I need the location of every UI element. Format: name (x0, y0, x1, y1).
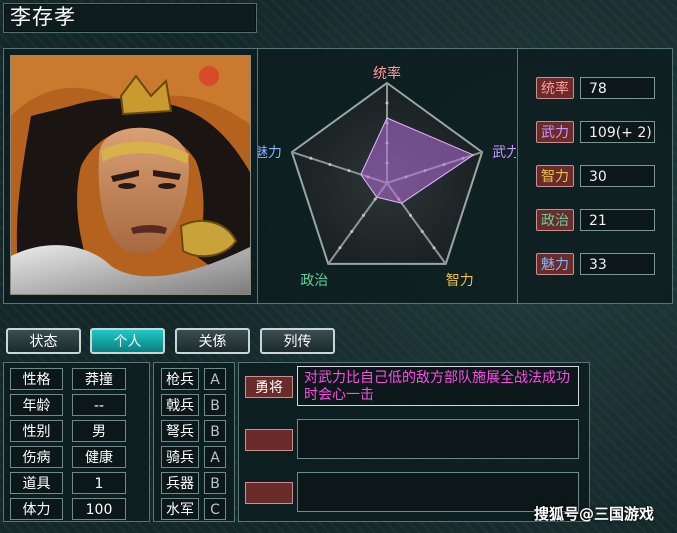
info-label: 性格 (10, 368, 63, 390)
radar-axis-label: 智力 (446, 273, 474, 289)
tab-biography[interactable]: 列传 (260, 328, 335, 354)
skill-description: 对武力比自己低的敌方部队施展全战法成功时会心一击 (297, 366, 579, 406)
radar-axis-label: 政治 (300, 273, 328, 289)
stat-label: 政治 (536, 209, 574, 231)
stat-label: 魅力 (536, 253, 574, 275)
radar-tick (347, 169, 351, 173)
radar-tick (350, 230, 354, 234)
stat-value: 109(+ 2) (580, 121, 655, 143)
skill-tag-empty[interactable] (245, 482, 293, 504)
tab-personal[interactable]: 个人 (90, 328, 165, 354)
aptitude-grade: A (204, 368, 226, 390)
info-label: 性别 (10, 420, 63, 442)
radar-tick (361, 213, 365, 217)
stat-value: 21 (580, 209, 655, 231)
skill-tag[interactable]: 勇将 (245, 376, 293, 398)
portrait-illustration (11, 56, 250, 294)
stat-label: 统率 (536, 77, 574, 99)
watermark: 搜狐号@三国游戏 (534, 505, 655, 523)
info-label: 体力 (10, 498, 63, 520)
aptitude-label: 弩兵 (161, 420, 199, 442)
radar-tick (385, 101, 389, 105)
info-value: 1 (72, 472, 126, 494)
radar-axis-label: 武力 (492, 145, 516, 161)
info-value: -- (72, 394, 126, 416)
stat-value: 33 (580, 253, 655, 275)
radar-tick (432, 246, 436, 250)
general-portrait (10, 55, 251, 295)
stat-label: 智力 (536, 165, 574, 187)
aptitude-label: 骑兵 (161, 446, 199, 468)
info-label: 伤病 (10, 446, 63, 468)
info-value: 莽撞 (72, 368, 126, 390)
radar-axis-label: 魅力 (258, 145, 282, 161)
radar-tick (373, 197, 377, 201)
radar-tick (309, 156, 313, 160)
stat-value: 78 (580, 77, 655, 99)
aptitude-grade: B (204, 472, 226, 494)
radar-tick (328, 162, 332, 166)
general-name: 李存孝 (10, 5, 76, 29)
radar-tick (420, 230, 424, 234)
aptitude-grade: C (204, 498, 226, 520)
skill-description-empty (297, 419, 579, 459)
tab-status[interactable]: 状态 (6, 328, 81, 354)
info-value: 健康 (72, 446, 126, 468)
tab-relations[interactable]: 关係 (175, 328, 250, 354)
radar-axis-label: 统率 (373, 65, 401, 82)
aptitude-label: 兵器 (161, 472, 199, 494)
panel-divider (517, 48, 518, 304)
aptitude-label: 水军 (161, 498, 199, 520)
info-label: 道具 (10, 472, 63, 494)
info-value: 100 (72, 498, 126, 520)
aptitude-label: 戟兵 (161, 394, 199, 416)
aptitude-grade: A (204, 446, 226, 468)
skill-tag-empty[interactable] (245, 429, 293, 451)
radar-tick (338, 246, 342, 250)
aptitude-grade: B (204, 394, 226, 416)
ability-radar-chart: 统率武力智力 政治 魅力 (258, 65, 516, 289)
aptitude-grade: B (204, 420, 226, 442)
radar-tick (409, 213, 413, 217)
info-value: 男 (72, 420, 126, 442)
stat-label: 武力 (536, 121, 574, 143)
aptitude-label: 枪兵 (161, 368, 199, 390)
info-label: 年龄 (10, 394, 63, 416)
stat-value: 30 (580, 165, 655, 187)
